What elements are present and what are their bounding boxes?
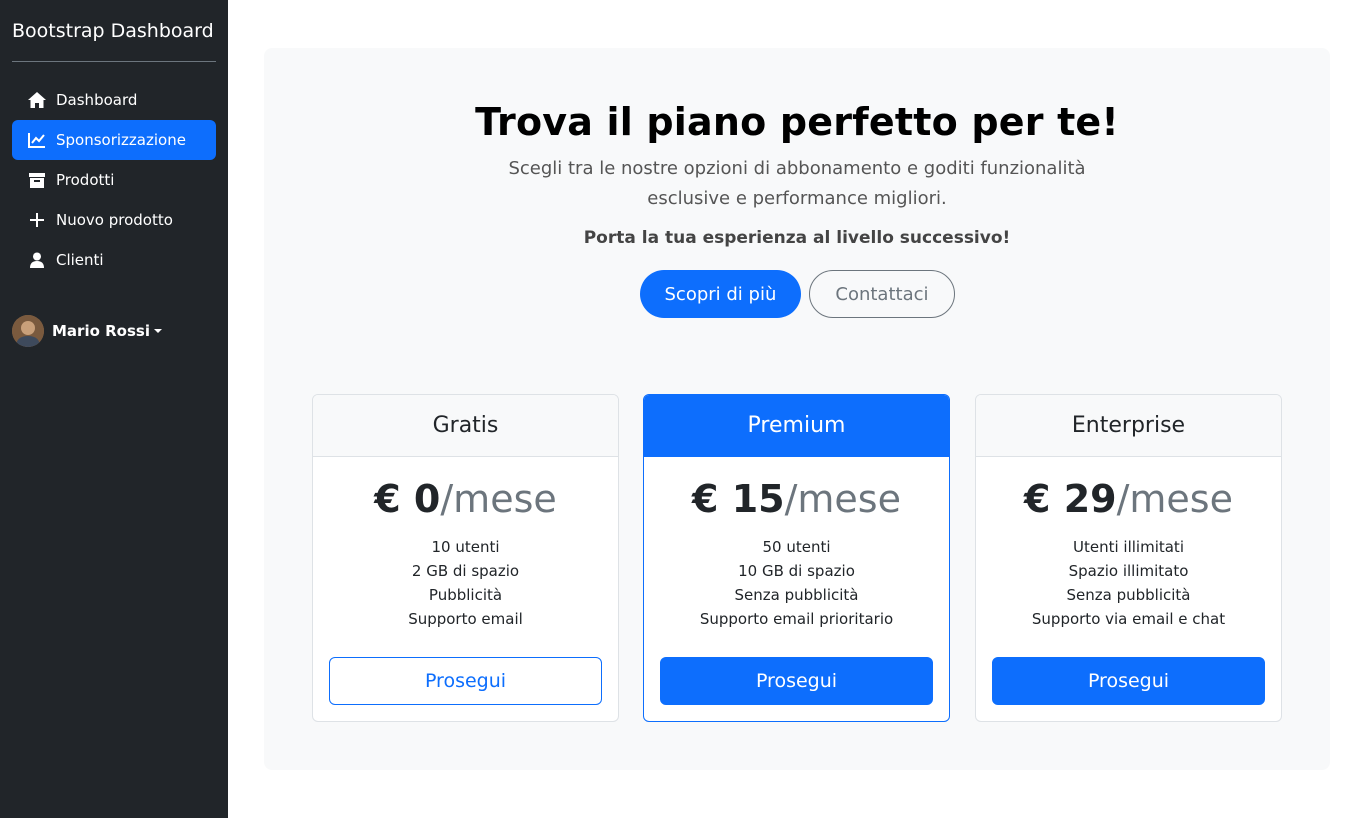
plan-name: Enterprise: [976, 395, 1281, 457]
plan-card-premium: Premium € 15/mese 50 utenti 10 GB di spa…: [643, 394, 950, 722]
plan-price-amount: € 15: [692, 477, 785, 521]
chart-line-icon: [26, 131, 48, 149]
page-title: Trova il piano perfetto per te!: [475, 100, 1119, 144]
sidebar-item-prodotti[interactable]: Prodotti: [12, 160, 216, 200]
sidebar-item-sponsorizzazione[interactable]: Sponsorizzazione: [12, 120, 216, 160]
sidebar-item-clienti[interactable]: Clienti: [12, 240, 216, 280]
plan-continue-button[interactable]: Prosegui: [992, 657, 1265, 705]
person-icon: [26, 251, 48, 269]
hero-subtitle: Porta la tua esperienza al livello succe…: [583, 228, 1011, 248]
plan-features: 50 utenti 10 GB di spazio Senza pubblici…: [644, 535, 949, 631]
hero-buttons: Scopri di più Contattaci: [264, 270, 1330, 318]
plan-feature: Supporto via email e chat: [1031, 610, 1226, 628]
plan-feature: Utenti illimitati: [1073, 538, 1184, 556]
plan-price: € 29/mese: [976, 475, 1281, 523]
sidebar-item-label: Sponsorizzazione: [56, 131, 186, 149]
plan-feature: 50 utenti: [762, 538, 831, 556]
plan-feature: Pubblicità: [428, 586, 503, 604]
hero-lead: Scegli tra le nostre opzioni di abboname…: [508, 158, 1086, 209]
home-icon: [26, 91, 48, 109]
plan-feature: Supporto email: [408, 610, 523, 628]
sidebar-item-label: Clienti: [56, 251, 104, 269]
learn-more-button[interactable]: Scopri di più: [639, 270, 802, 318]
plan-price-period: /mese: [440, 477, 557, 521]
plan-feature: Spazio illimitato: [1068, 562, 1189, 580]
plan-card-gratis: Gratis € 0/mese 10 utenti 2 GB di spazio…: [312, 394, 619, 722]
plan-price-amount: € 0: [374, 477, 441, 521]
sidebar-item-dashboard[interactable]: Dashboard: [12, 80, 216, 120]
user-menu[interactable]: Mario Rossi: [12, 314, 216, 348]
plan-features: 10 utenti 2 GB di spazio Pubblicità Supp…: [313, 535, 618, 631]
plan-feature: 2 GB di spazio: [411, 562, 520, 580]
archive-icon: [26, 171, 48, 189]
brand-title[interactable]: Bootstrap Dashboard: [12, 0, 216, 62]
plan-continue-button[interactable]: Prosegui: [660, 657, 933, 705]
plan-feature: 10 utenti: [431, 538, 500, 556]
sidebar-item-label: Dashboard: [56, 91, 138, 109]
plan-price-period: /mese: [784, 477, 901, 521]
avatar: [12, 315, 44, 347]
plan-name: Gratis: [313, 395, 618, 457]
hero-section: Trova il piano perfetto per te! Scegli t…: [264, 48, 1330, 318]
plan-card-enterprise: Enterprise € 29/mese Utenti illimitati S…: [975, 394, 1282, 722]
plan-feature: 10 GB di spazio: [738, 562, 855, 580]
plan-price: € 15/mese: [644, 475, 949, 523]
plan-feature: Supporto email prioritario: [699, 610, 894, 628]
plan-price: € 0/mese: [313, 475, 618, 523]
plan-name: Premium: [644, 395, 949, 457]
caret-down-icon: [153, 329, 162, 333]
plan-price-period: /mese: [1116, 477, 1233, 521]
sidebar-item-nuovo-prodotto[interactable]: Nuovo prodotto: [12, 200, 216, 240]
plan-feature: Senza pubblicità: [734, 586, 859, 604]
plus-icon: [26, 211, 48, 229]
sidebar-item-label: Prodotti: [56, 171, 115, 189]
plan-price-amount: € 29: [1024, 477, 1117, 521]
pricing-panel: Trova il piano perfetto per te! Scegli t…: [264, 48, 1330, 770]
plan-continue-button[interactable]: Prosegui: [329, 657, 602, 705]
contact-button[interactable]: Contattaci: [809, 270, 955, 318]
user-name: Mario Rossi: [52, 322, 150, 340]
plan-feature: Senza pubblicità: [1066, 586, 1191, 604]
sidebar: Bootstrap Dashboard Dashboard Sponsorizz…: [0, 0, 228, 818]
plan-features: Utenti illimitati Spazio illimitato Senz…: [976, 535, 1281, 631]
sidebar-item-label: Nuovo prodotto: [56, 211, 173, 229]
sidebar-nav: Dashboard Sponsorizzazione Prodotti Nuov…: [12, 80, 216, 280]
